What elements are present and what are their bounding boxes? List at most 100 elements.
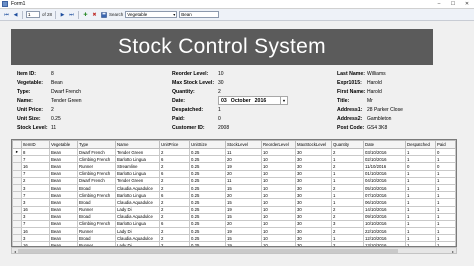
despatched-input[interactable]: 1 [218, 105, 288, 114]
table-cell[interactable]: 30 [295, 183, 332, 193]
table-cell[interactable]: 3 [21, 198, 50, 207]
table-cell[interactable]: 1 [405, 191, 436, 200]
table-cell[interactable]: 1 [405, 155, 436, 164]
table-cell[interactable]: 30 [295, 176, 332, 185]
stock-level-input[interactable]: 11 [51, 123, 121, 132]
table-cell[interactable]: 2 [159, 176, 190, 185]
table-cell[interactable]: 3 [331, 219, 364, 229]
table-cell[interactable]: 2 [331, 147, 364, 157]
table-cell[interactable]: 07/10/2016 [363, 191, 406, 200]
table-row[interactable]: 3 Bean Broad Claudia Aquadulce 2 0.25 15 10 30 1 0… [12, 198, 456, 207]
table-row[interactable]: 16 Bean Runner Lady Di 2 0.25 19 10 30 2 14/10/201… [12, 205, 456, 214]
table-cell[interactable]: 16 [21, 205, 50, 214]
table-cell[interactable]: 10 [261, 205, 296, 214]
row-header[interactable] [12, 162, 22, 171]
table-cell[interactable]: Claudia Aquadulce [115, 234, 160, 243]
table-cell[interactable]: 2 [21, 176, 50, 185]
unit-price-input[interactable]: 2 [51, 105, 121, 114]
table-cell[interactable]: 04/10/2016 [363, 176, 406, 185]
table-cell[interactable]: Broad [77, 212, 116, 221]
table-cell[interactable]: 10 [261, 176, 296, 185]
table-cell[interactable]: 1 [435, 155, 456, 164]
date-picker[interactable]: 03 October 2016 ▾ [218, 96, 288, 105]
table-cell[interactable]: Bean [49, 162, 78, 171]
table-cell[interactable]: 10 [261, 147, 296, 157]
table-cell[interactable]: 2 [331, 227, 364, 236]
table-cell[interactable]: 1 [405, 227, 436, 236]
table-cell[interactable]: Barlotto Lingua [115, 191, 160, 200]
table-cell[interactable]: Bean [49, 169, 78, 178]
quantity-input[interactable]: 2 [218, 87, 288, 96]
minimize-button[interactable]: – [432, 0, 446, 9]
table-cell[interactable]: Climbing French [77, 155, 116, 164]
row-header[interactable]: ▸ [12, 147, 22, 157]
table-cell[interactable]: 6 [159, 219, 190, 229]
table-cell[interactable]: Bean [49, 227, 78, 236]
column-header[interactable]: Quantity [331, 140, 364, 149]
table-cell[interactable]: 0 [435, 147, 456, 157]
column-header[interactable]: Despatched [405, 140, 436, 149]
table-cell[interactable]: 30 [295, 219, 332, 229]
table-cell[interactable]: 2 [331, 162, 364, 171]
table-cell[interactable]: 2 [331, 205, 364, 214]
table-row[interactable]: 3 Bean Broad Claudia Aquadulce 2 0.25 15 10 30 2 0… [12, 183, 456, 193]
table-row[interactable]: 3 Bean Broad Claudia Aquadulce 2 0.25 15 10 30 2 0… [12, 212, 456, 221]
scroll-right-icon[interactable]: ▸ [450, 248, 456, 254]
address2-input[interactable]: Gambleton [367, 114, 438, 123]
table-cell[interactable]: 0.25 [189, 162, 226, 171]
table-cell[interactable]: Tender Green [115, 176, 160, 185]
table-cell[interactable]: Bean [49, 234, 78, 243]
row-header[interactable] [12, 176, 22, 185]
table-cell[interactable]: 2 [159, 212, 190, 221]
table-cell[interactable]: 0.25 [189, 227, 226, 236]
table-cell[interactable]: 0.25 [189, 234, 226, 243]
table-cell[interactable]: 2 [159, 234, 190, 243]
table-cell[interactable]: 19 [225, 227, 262, 236]
row-header[interactable] [12, 183, 22, 193]
table-cell[interactable]: Barlotto Lingua [115, 219, 160, 229]
table-cell[interactable]: 0.25 [189, 169, 226, 178]
table-row[interactable]: 7 Bean Climbing French Barlotto Lingua 6 0.25… [12, 219, 456, 229]
table-cell[interactable]: 30 [295, 169, 332, 178]
table-cell[interactable]: 7 [21, 219, 50, 229]
table-cell[interactable]: 2 [159, 183, 190, 193]
table-cell[interactable]: 10 [261, 191, 296, 200]
column-header[interactable]: UnitSize [189, 140, 226, 149]
table-cell[interactable]: 05/10/2016 [363, 183, 406, 193]
table-cell[interactable]: 10 [261, 212, 296, 221]
table-cell[interactable]: 12/10/2016 [363, 234, 406, 243]
table-row[interactable]: 3 Bean Broad Claudia Aquadulce 2 0.25 15 10 30 1 1… [12, 234, 456, 243]
table-cell[interactable]: 16 [21, 227, 50, 236]
table-cell[interactable]: 09/10/2016 [363, 212, 406, 221]
table-cell[interactable]: 30 [295, 198, 332, 207]
table-cell[interactable]: 10 [261, 198, 296, 207]
table-cell[interactable]: 6 [159, 155, 190, 164]
table-cell[interactable]: Bean [49, 176, 78, 185]
table-cell[interactable]: 1 [405, 169, 436, 178]
table-cell[interactable]: 1 [331, 198, 364, 207]
table-cell[interactable]: 7 [21, 191, 50, 200]
table-cell[interactable]: 2 [159, 227, 190, 236]
table-cell[interactable]: 1 [435, 191, 456, 200]
horizontal-scrollbar[interactable]: ◂ ▸ [11, 247, 457, 254]
table-cell[interactable]: 30 [295, 212, 332, 221]
row-header[interactable] [12, 212, 22, 221]
title-input[interactable]: Mr [367, 96, 438, 105]
reorder-level-input[interactable]: 10 [218, 69, 288, 78]
column-header[interactable]: MaxStockLevel [295, 140, 332, 149]
table-cell[interactable]: 06/10/2016 [363, 198, 406, 207]
table-cell[interactable]: Streamline [115, 162, 160, 171]
table-cell[interactable]: 30 [295, 162, 332, 171]
table-cell[interactable]: 1 [435, 234, 456, 243]
table-cell[interactable]: 1 [331, 176, 364, 185]
table-cell[interactable]: 1 [435, 205, 456, 214]
table-cell[interactable]: 3 [21, 183, 50, 193]
table-cell[interactable]: 1 [405, 147, 436, 157]
column-header[interactable]: UnitPrice [159, 140, 190, 149]
table-cell[interactable]: Broad [77, 198, 116, 207]
table-cell[interactable]: 16 [21, 162, 50, 171]
table-cell[interactable]: 10 [261, 162, 296, 171]
table-row[interactable]: 7 Bean Climbing French Barlotto Lingua 6 0.25… [12, 169, 456, 178]
customer-id-input[interactable]: 2008 [218, 123, 288, 132]
table-cell[interactable]: Claudia Aquadulce [115, 198, 160, 207]
